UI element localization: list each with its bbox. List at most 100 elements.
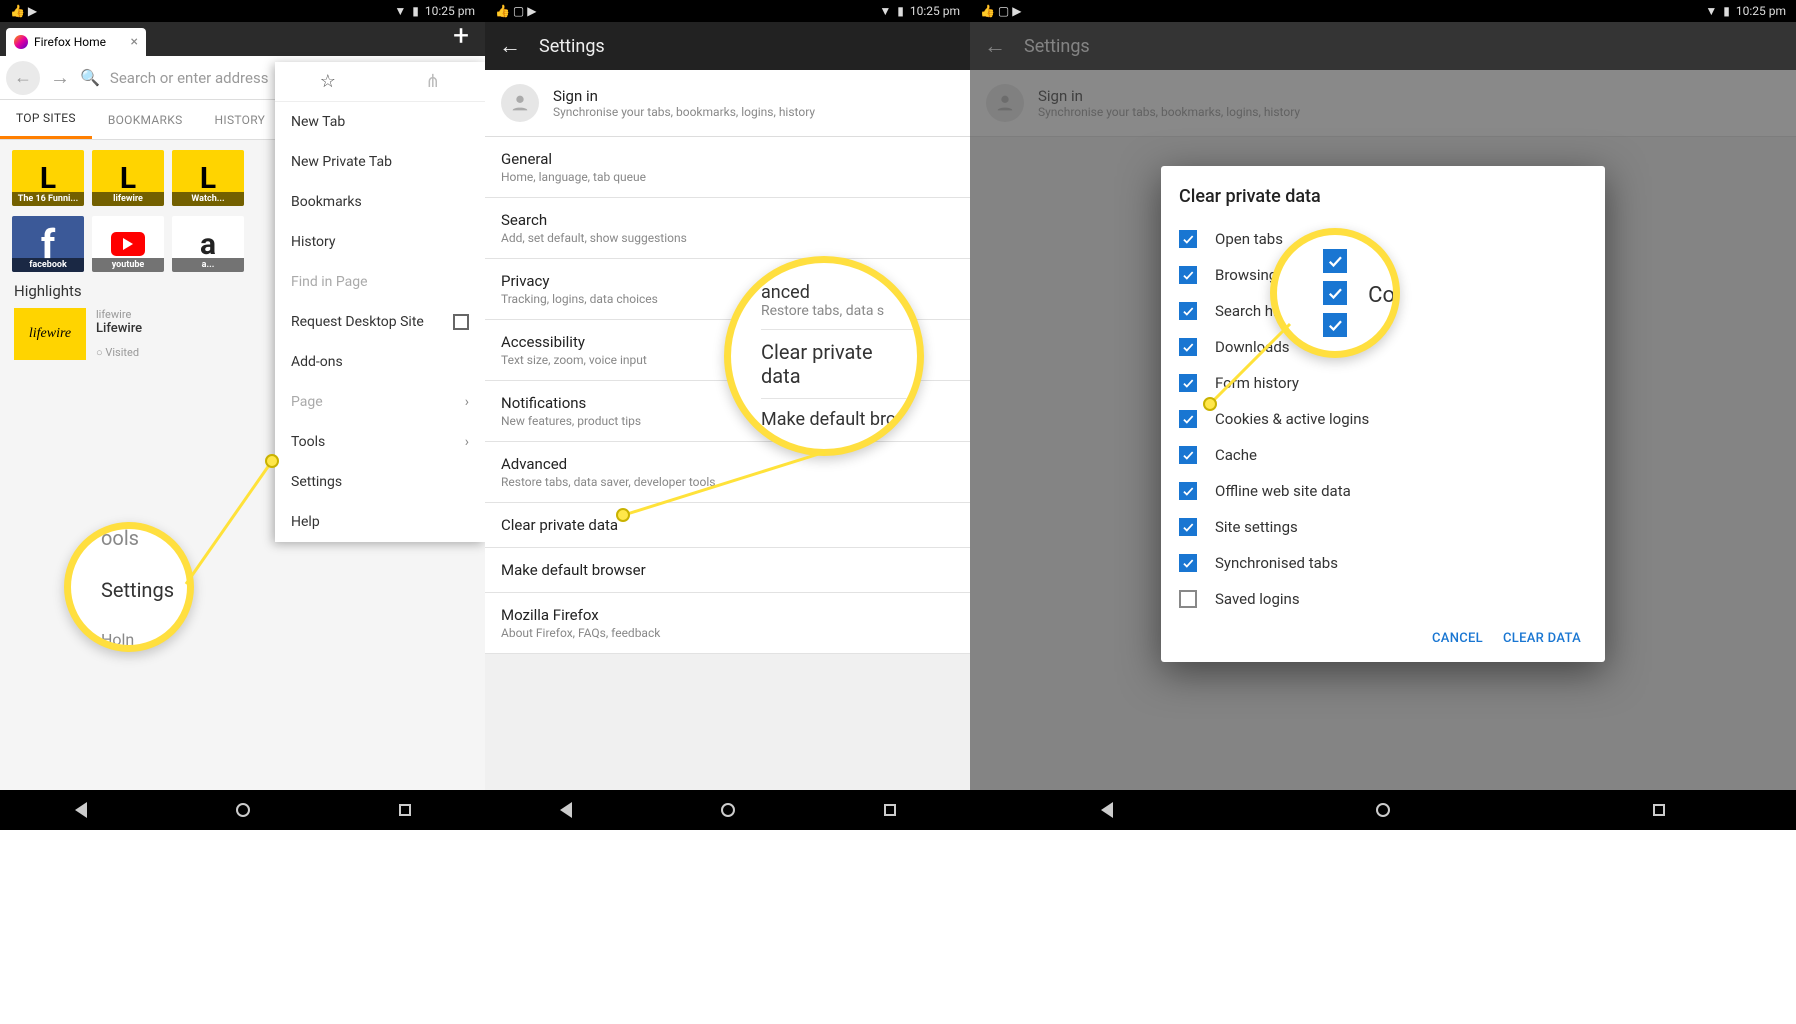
menu-tools[interactable]: Tools› (275, 422, 485, 462)
option-label: Synchronised tabs (1215, 554, 1338, 572)
highlight-dot (616, 508, 630, 522)
nav-home-icon[interactable] (1376, 803, 1390, 817)
settings-row[interactable]: Make default browser (485, 548, 970, 593)
tab-history[interactable]: HISTORY (199, 100, 282, 139)
settings-row[interactable]: GeneralHome, language, tab queue (485, 137, 970, 198)
back-button[interactable]: ← (6, 61, 40, 95)
bookmark-star-icon[interactable]: ☆ (320, 71, 336, 92)
avatar-icon (501, 84, 539, 122)
nav-recents-icon[interactable] (1653, 804, 1665, 816)
status-bar: 👍 ▢ ▶ ▼▮10:25 pm (485, 0, 970, 22)
option-label: Cookies & active logins (1215, 410, 1369, 428)
nav-home-icon[interactable] (236, 803, 250, 817)
nav-back-icon[interactable] (1101, 802, 1113, 818)
checkbox-icon[interactable] (1179, 482, 1197, 500)
status-bar: 👍 ▢ ▶ ▼▮10:25 pm (970, 0, 1796, 22)
menu-help[interactable]: Help (275, 502, 485, 542)
back-arrow-icon[interactable]: ← (499, 33, 521, 59)
site-tile[interactable]: youtube (92, 216, 164, 272)
checkbox-icon[interactable] (1179, 590, 1197, 608)
option-label: Form history (1215, 374, 1299, 392)
checkbox-icon[interactable] (1179, 410, 1197, 428)
option-row[interactable]: Cache (1179, 437, 1587, 473)
nav-recents-icon[interactable] (399, 804, 411, 816)
settings-row[interactable]: SearchAdd, set default, show suggestions (485, 198, 970, 259)
checkbox-icon[interactable] (1179, 518, 1197, 536)
option-row[interactable]: Site settings (1179, 509, 1587, 545)
signin-row[interactable]: Sign inSynchronise your tabs, bookmarks,… (485, 70, 970, 137)
menu-request-desktop[interactable]: Request Desktop Site (275, 302, 485, 342)
menu-settings[interactable]: Settings (275, 462, 485, 502)
screenshot-3: 👍 ▢ ▶ ▼▮10:25 pm ← Settings Sign inSynch… (970, 0, 1796, 830)
magnifier-checkbox: Co (1270, 228, 1400, 358)
checkbox-icon[interactable] (1179, 554, 1197, 572)
option-label: Downloads (1215, 338, 1290, 356)
checkbox-icon[interactable] (1179, 374, 1197, 392)
option-row[interactable]: Cookies & active logins (1179, 401, 1587, 437)
settings-row[interactable]: Mozilla FirefoxAbout Firefox, FAQs, feed… (485, 593, 970, 654)
site-tile[interactable]: aa... (172, 216, 244, 272)
cancel-button[interactable]: CANCEL (1432, 631, 1483, 646)
menu-find-in-page: Find in Page (275, 262, 485, 302)
android-nav-bar (0, 790, 485, 830)
tab-title: Firefox Home (34, 35, 106, 49)
chevron-right-icon: › (465, 434, 469, 450)
browser-tab[interactable]: Firefox Home × (6, 28, 146, 56)
nav-back-icon[interactable] (75, 802, 87, 818)
clear-data-button[interactable]: CLEAR DATA (1503, 631, 1581, 646)
magnifier-clear-private-data: ancedRestore tabs, data s Clear private … (724, 256, 924, 456)
option-label: Offline web site data (1215, 482, 1351, 500)
site-tile[interactable]: ffacebook (12, 216, 84, 272)
option-label: Open tabs (1215, 230, 1283, 248)
clear-private-data-dialog: Clear private data Open tabsBrowsing his… (1161, 166, 1605, 662)
highlight-dot (265, 454, 279, 468)
close-icon[interactable]: × (131, 34, 138, 50)
checkbox-icon[interactable] (1179, 338, 1197, 356)
search-input[interactable]: Search or enter address (110, 69, 269, 87)
menu-bookmarks[interactable]: Bookmarks (275, 182, 485, 222)
settings-row[interactable]: Clear private data (485, 503, 970, 548)
menu-new-tab[interactable]: New Tab (275, 102, 485, 142)
option-row[interactable]: Form history (1179, 365, 1587, 401)
checkbox-icon[interactable] (1179, 266, 1197, 284)
highlight-dot (1203, 397, 1217, 411)
option-label: Cache (1215, 446, 1257, 464)
screenshot-1: 👍 ▶ ▼▮10:25 pm Firefox Home × + ← → 🔍 Se… (0, 0, 485, 830)
option-row[interactable]: Saved logins (1179, 581, 1587, 617)
status-bar: 👍 ▶ ▼▮10:25 pm (0, 0, 485, 22)
firefox-icon (14, 35, 28, 49)
checkbox-icon[interactable] (1179, 446, 1197, 464)
site-tile[interactable]: LWatch... (172, 150, 244, 206)
checkbox-icon[interactable] (1179, 230, 1197, 248)
settings-row[interactable]: AdvancedRestore tabs, data saver, develo… (485, 442, 970, 503)
menu-new-private-tab[interactable]: New Private Tab (275, 142, 485, 182)
menu-addons[interactable]: Add-ons (275, 342, 485, 382)
new-tab-button[interactable]: + (443, 19, 479, 56)
settings-header: ← Settings (485, 22, 970, 70)
option-row[interactable]: Synchronised tabs (1179, 545, 1587, 581)
site-tile[interactable]: Llifewire (92, 150, 164, 206)
forward-button[interactable]: → (50, 65, 70, 90)
option-label: Saved logins (1215, 590, 1300, 608)
chevron-right-icon: › (465, 394, 469, 410)
magnifier-settings: ools Settings Holn (64, 522, 194, 652)
checkbox-icon[interactable] (453, 314, 469, 330)
highlight-thumb: lifewire (14, 308, 86, 360)
tab-bookmarks[interactable]: BOOKMARKS (92, 100, 199, 139)
option-label: Site settings (1215, 518, 1298, 536)
overflow-menu: ☆ ⋔ New Tab New Private Tab Bookmarks Hi… (275, 62, 485, 542)
share-icon[interactable]: ⋔ (425, 71, 440, 92)
nav-recents-icon[interactable] (884, 804, 896, 816)
page-title: Settings (539, 36, 605, 57)
tab-top-sites[interactable]: TOP SITES (0, 100, 92, 139)
search-icon: 🔍 (80, 68, 100, 87)
nav-back-icon[interactable] (560, 802, 572, 818)
option-row[interactable]: Offline web site data (1179, 473, 1587, 509)
tab-strip: Firefox Home × + (0, 22, 485, 56)
nav-home-icon[interactable] (721, 803, 735, 817)
dialog-title: Clear private data (1179, 186, 1587, 207)
checkbox-icon[interactable] (1179, 302, 1197, 320)
menu-page: Page› (275, 382, 485, 422)
menu-history[interactable]: History (275, 222, 485, 262)
site-tile[interactable]: LThe 16 Funni... (12, 150, 84, 206)
